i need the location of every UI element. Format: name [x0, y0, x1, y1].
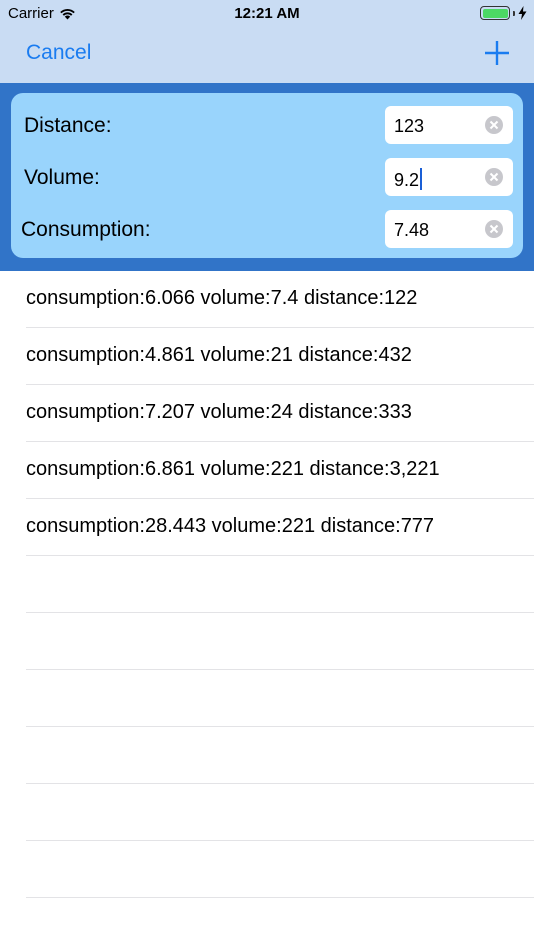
add-button[interactable] — [484, 40, 510, 66]
empty-row — [26, 670, 534, 727]
empty-row — [26, 556, 534, 613]
empty-row — [26, 613, 534, 670]
plus-icon — [485, 41, 509, 65]
list-item[interactable]: consumption:4.861 volume:21 distance:432 — [26, 328, 534, 385]
clear-consumption-icon[interactable] — [485, 220, 503, 238]
distance-row: Distance: 123 — [11, 106, 523, 144]
empty-row — [26, 727, 534, 784]
list-item[interactable]: consumption:6.861 volume:221 distance:3,… — [26, 442, 534, 499]
x-mark-icon — [489, 224, 499, 234]
record-text: consumption:7.207 volume:24 distance:333 — [26, 401, 412, 423]
record-text: consumption:6.066 volume:7.4 distance:12… — [26, 287, 418, 309]
volume-value-wrap: 9.2 — [394, 168, 423, 191]
x-mark-icon — [489, 120, 499, 130]
x-mark-icon — [489, 172, 499, 182]
entry-form-band: Distance: 123 Volume: 9.2 Consumption: 7… — [0, 83, 534, 271]
battery-tip — [513, 10, 515, 16]
status-bar: Carrier 12:21 AM — [0, 0, 534, 28]
charging-bolt-icon — [518, 6, 527, 20]
list-item[interactable]: consumption:28.443 volume:221 distance:7… — [26, 499, 534, 556]
battery-icon — [480, 6, 510, 20]
status-time: 12:21 AM — [234, 5, 300, 22]
record-text: consumption:4.861 volume:21 distance:432 — [26, 344, 412, 366]
distance-value: 123 — [394, 116, 425, 136]
clear-distance-icon[interactable] — [485, 116, 503, 134]
consumption-row: Consumption: 7.48 — [11, 210, 523, 248]
consumption-label: Consumption: — [21, 218, 151, 241]
distance-field[interactable]: 123 — [385, 106, 513, 144]
distance-label: Distance: — [24, 114, 112, 137]
nav-bar: Cancel — [0, 28, 534, 83]
empty-row — [26, 841, 534, 898]
consumption-field[interactable]: 7.48 — [385, 210, 513, 248]
volume-field[interactable]: 9.2 — [385, 158, 513, 196]
battery-indicator — [480, 6, 527, 20]
list-item[interactable]: consumption:6.066 volume:7.4 distance:12… — [26, 271, 534, 328]
text-caret — [420, 168, 423, 190]
empty-row — [26, 784, 534, 841]
volume-value: 9.2 — [394, 170, 420, 190]
list-item[interactable]: consumption:7.207 volume:24 distance:333 — [26, 385, 534, 442]
records-list: consumption:6.066 volume:7.4 distance:12… — [0, 271, 534, 898]
clear-volume-icon[interactable] — [485, 168, 503, 186]
entry-form: Distance: 123 Volume: 9.2 Consumption: 7… — [11, 93, 523, 258]
cancel-button[interactable]: Cancel — [26, 41, 91, 65]
battery-fill — [482, 8, 508, 18]
volume-row: Volume: 9.2 — [11, 158, 523, 196]
record-text: consumption:6.861 volume:221 distance:3,… — [26, 458, 440, 480]
header: Carrier 12:21 AM Cancel — [0, 0, 534, 83]
consumption-value: 7.48 — [394, 220, 430, 240]
record-text: consumption:28.443 volume:221 distance:7… — [26, 515, 435, 537]
volume-label: Volume: — [24, 166, 100, 189]
